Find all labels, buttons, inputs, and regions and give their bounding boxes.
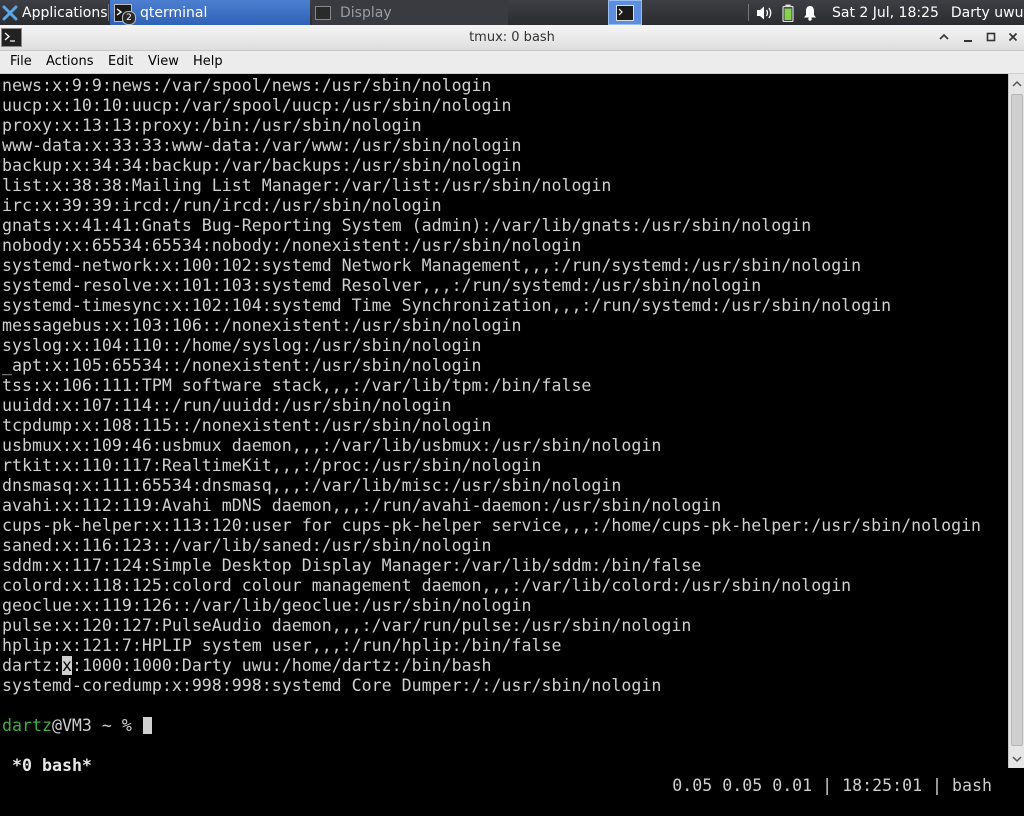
terminal-line: list:x:38:38:Mailing List Manager:/var/l…: [2, 176, 612, 195]
taskbar-item-label: Display: [340, 4, 392, 21]
terminal-line: dnsmasq:x:111:65534:dnsmasq,,,:/var/lib/…: [2, 476, 622, 495]
display-window-icon: [314, 4, 332, 22]
panel-user-name[interactable]: Darty uwu: [951, 5, 1024, 21]
battery-icon[interactable]: [782, 4, 794, 22]
maximize-button[interactable]: [984, 30, 998, 44]
terminal-line: cups-pk-helper:x:113:120:user for cups-p…: [2, 516, 982, 535]
terminal-line: nobody:x:65534:65534:nobody:/nonexistent…: [2, 236, 582, 255]
tmux-status-right: 0.05 0.05 0.01 | 18:25:01 | bash: [672, 776, 992, 795]
tmux-window-list[interactable]: *0 bash*: [12, 756, 92, 776]
applications-menu-label: Applications: [22, 4, 108, 21]
terminal-area[interactable]: news:x:9:9:news:/var/spool/news:/usr/sbi…: [0, 74, 1008, 795]
vertical-scrollbar[interactable]: [1008, 74, 1024, 768]
terminal-line: systemd-timesync:x:102:104:systemd Time …: [2, 296, 892, 315]
xfce-logo-icon: [2, 5, 18, 20]
menu-view[interactable]: View: [148, 51, 179, 73]
volume-icon[interactable]: [756, 5, 774, 21]
window-title-bar[interactable]: tmux: 0 bash: [0, 25, 1024, 51]
terminal-line: colord:x:118:125:colord colour managemen…: [2, 576, 852, 595]
applications-menu-button[interactable]: Applications: [0, 0, 108, 25]
prompt-host-path: @VM3 ~ %: [51, 716, 142, 735]
terminal-line: uuidd:x:107:114::/run/uuidd:/usr/sbin/no…: [2, 396, 452, 415]
terminal-line: proxy:x:13:13:proxy:/bin:/usr/sbin/nolog…: [2, 116, 422, 135]
tmux-status-bar: *0 bash* 0.05 0.05 0.01 | 18:25:01 | bas…: [0, 736, 1008, 795]
terminal-icon: [616, 4, 634, 21]
terminal-output: news:x:9:9:news:/var/spool/news:/usr/sbi…: [2, 76, 981, 696]
terminal-line: _apt:x:105:65534::/nonexistent:/usr/sbin…: [2, 356, 482, 375]
window-count-badge: 2: [122, 10, 136, 25]
terminal-line: usbmux:x:109:46:usbmux daemon,,,:/var/li…: [2, 436, 662, 455]
terminal-line: rtkit:x:110:117:RealtimeKit,,,:/proc:/us…: [2, 456, 542, 475]
window-title: tmux: 0 bash: [469, 30, 555, 45]
taskbar-item-display[interactable]: Display: [312, 0, 508, 25]
terminal-line: hplip:x:121:7:HPLIP system user,,,:/run/…: [2, 636, 562, 655]
terminal-line: tcpdump:x:108:115::/nonexistent:/usr/sbi…: [2, 416, 492, 435]
terminal-line: irc:x:39:39:ircd:/run/ircd:/usr/sbin/nol…: [2, 196, 442, 215]
close-button[interactable]: [1006, 30, 1020, 44]
terminal-line: saned:x:116:123::/var/lib/saned:/usr/sbi…: [2, 536, 492, 555]
panel-separator: [108, 4, 109, 21]
taskbar-item-qterminal[interactable]: 2 qterminal: [110, 0, 310, 25]
terminal-line: uucp:x:10:10:uucp:/var/spool/uucp:/usr/s…: [2, 96, 512, 115]
terminal-line: syslog:x:104:110::/home/syslog:/usr/sbin…: [2, 336, 482, 355]
taskbar-item-label: qterminal: [140, 4, 208, 21]
scrollbar-thumb[interactable]: [1011, 94, 1023, 746]
terminal-line: gnats:x:41:41:Gnats Bug-Reporting System…: [2, 216, 812, 235]
terminal-line: geoclue:x:119:126::/var/lib/geoclue:/usr…: [2, 596, 532, 615]
terminal-line: systemd-resolve:x:101:103:systemd Resolv…: [2, 276, 762, 295]
selection-cursor: x: [61, 656, 72, 675]
text-cursor: [142, 717, 152, 734]
terminal-line: messagebus:x:103:106::/nonexistent:/usr/…: [2, 316, 522, 335]
terminal-line: dartz:x:1000:1000:Darty uwu:/home/dartz:…: [2, 656, 492, 675]
shell-prompt[interactable]: dartz@VM3 ~ %: [2, 716, 152, 736]
scroll-up-arrow-icon[interactable]: [1009, 76, 1024, 91]
terminal-line: systemd-coredump:x:998:998:systemd Core …: [2, 676, 662, 695]
menu-edit[interactable]: Edit: [108, 51, 133, 73]
terminal-line: pulse:x:120:127:PulseAudio daemon,,,:/va…: [2, 616, 692, 635]
system-tray: Sat 2 Jul, 18:25 Darty uwu: [756, 0, 1024, 25]
prompt-user: dartz: [2, 716, 52, 735]
terminal-line: systemd-network:x:100:102:systemd Networ…: [2, 256, 862, 275]
scroll-down-arrow-icon[interactable]: [1009, 751, 1024, 766]
terminal-line: tss:x:106:111:TPM software stack,,,:/var…: [2, 376, 592, 395]
panel-separator: [748, 4, 749, 21]
menu-file[interactable]: File: [10, 51, 32, 73]
terminal-line: www-data:x:33:33:www-data:/var/www:/usr/…: [2, 136, 522, 155]
workspace-switcher-button[interactable]: [608, 0, 642, 25]
minimize-button[interactable]: [961, 30, 975, 44]
notification-bell-icon[interactable]: [802, 5, 818, 21]
menu-actions[interactable]: Actions: [46, 51, 94, 73]
terminal-line: backup:x:34:34:backup:/var/backups:/usr/…: [2, 156, 522, 175]
chevron-up-icon[interactable]: [937, 30, 951, 44]
terminal-line: news:x:9:9:news:/var/spool/news:/usr/sbi…: [2, 76, 492, 95]
menu-bar: File Actions Edit View Help: [0, 51, 1024, 74]
terminal-line: sddm:x:117:124:Simple Desktop Display Ma…: [2, 556, 702, 575]
terminal-icon: 2: [114, 3, 136, 25]
panel-clock[interactable]: Sat 2 Jul, 18:25: [832, 5, 939, 21]
menu-help[interactable]: Help: [193, 51, 223, 73]
top-panel: Applications 2 qterminal Display Sat 2 J…: [0, 0, 1024, 25]
terminal-line: avahi:x:112:119:Avahi mDNS daemon,,,:/ru…: [2, 496, 722, 515]
